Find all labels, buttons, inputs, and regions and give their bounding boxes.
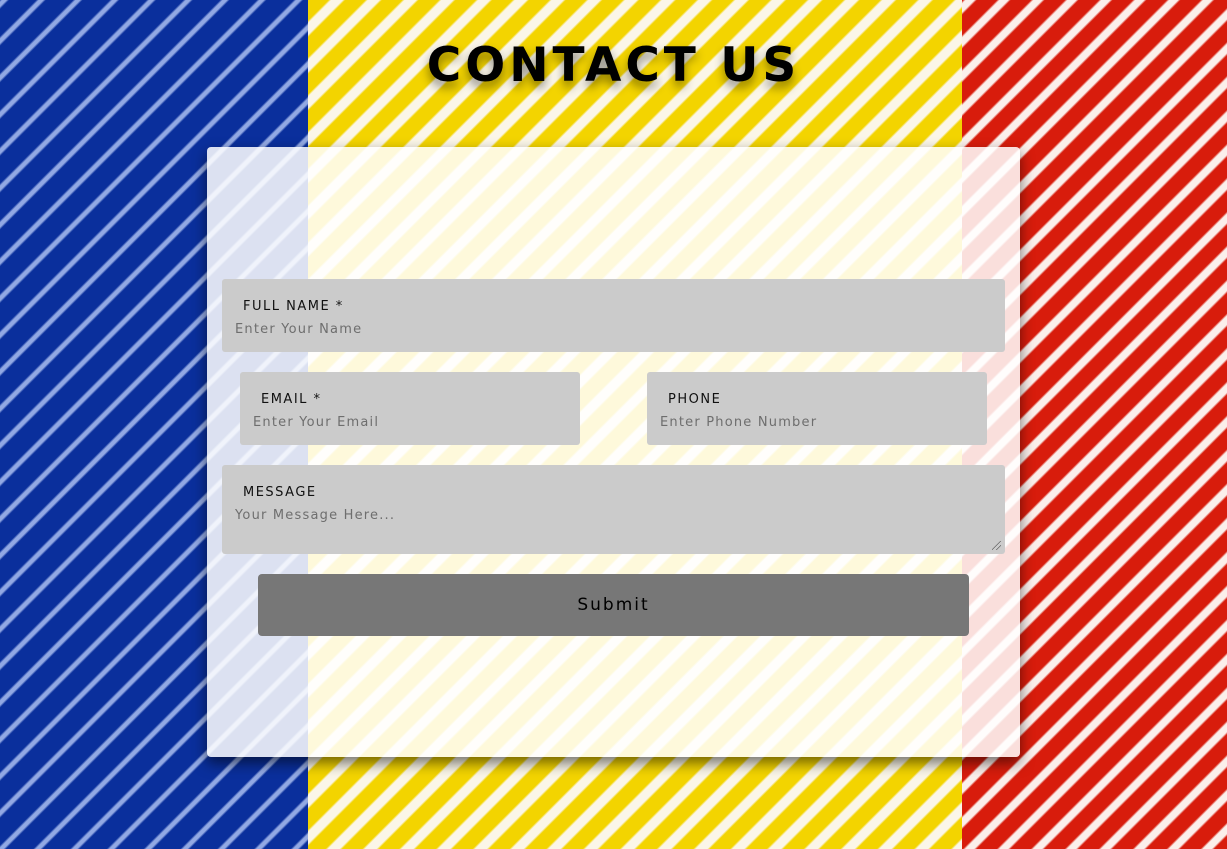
phone-label: PHONE [668,392,722,407]
message-field: MESSAGE [222,465,1005,554]
full-name-input[interactable] [235,322,988,337]
resize-grip-icon[interactable] [992,541,1001,550]
phone-field: PHONE [647,372,987,445]
email-field: EMAIL * [240,372,580,445]
email-label: EMAIL * [261,392,322,407]
message-label: MESSAGE [243,485,317,500]
email-input[interactable] [253,415,563,430]
submit-button[interactable]: Submit [258,574,969,636]
full-name-field: FULL NAME * [222,279,1005,352]
contact-form: FULL NAME * EMAIL * PHONE MESSAGE Submit [207,147,1020,757]
message-textarea[interactable] [235,508,988,546]
phone-input[interactable] [660,415,970,430]
page-title: CONTACT US [426,38,801,93]
full-name-label: FULL NAME * [243,299,344,314]
